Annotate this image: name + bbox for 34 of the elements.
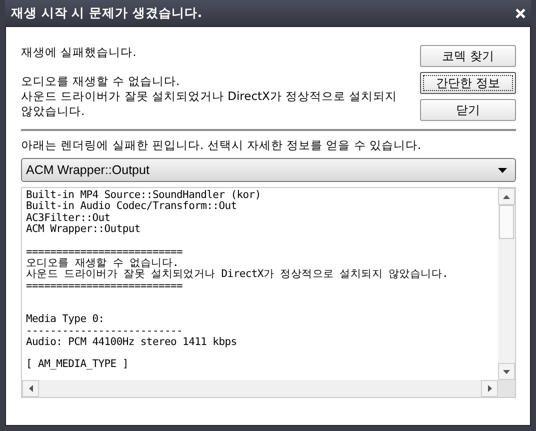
log-line: Built-in Audio Codec/Transform::Out — [26, 201, 238, 213]
up-arrow-icon — [503, 194, 510, 198]
log-line: Audio: PCM 44100Hz stereo 1411 kbps — [26, 337, 238, 348]
down-arrow-icon — [503, 370, 510, 374]
log-line: Media Type 0: — [26, 314, 106, 326]
scroll-up-button[interactable] — [498, 188, 515, 205]
log-line: 오디오를 재생할 수 없습니다. — [26, 258, 178, 270]
scroll-right-button[interactable] — [481, 380, 498, 397]
log-line: Built-in MP4 Source::SoundHandler (kor) — [26, 190, 262, 201]
scroll-corner — [498, 380, 515, 397]
vertical-scrollbar[interactable] — [498, 188, 515, 380]
pin-dropdown[interactable]: ACM Wrapper::Output — [21, 158, 516, 182]
dialog-button[interactable]: 닫기 — [420, 99, 516, 121]
log-line: -------------------------- — [26, 326, 184, 337]
log-line: ========================== — [26, 246, 184, 258]
dialog-button[interactable]: 간단한 정보 — [420, 72, 516, 94]
window-title: 재생 시작 시 문제가 생겼습니다. — [11, 4, 202, 22]
log-line: ========================== — [26, 280, 184, 292]
right-arrow-icon — [488, 385, 492, 392]
pin-label: 아래는 렌더링에 실패한 핀입니다. 선택시 자세한 정보를 얻을 수 있습니다. — [21, 138, 422, 153]
log-line: [ AM_MEDIA_TYPE ] — [26, 359, 130, 371]
log-line: AC3Filter::Out — [26, 212, 112, 224]
dropdown-arrow-icon — [498, 168, 507, 172]
dialog-button[interactable]: 코덱 찾기 — [420, 45, 516, 67]
error-message: 오디오를 재생할 수 없습니다. 사운드 드라이버가 잘못 설치되었거나 DirectX가 정상적으로 설치되지 않았습니다. — [21, 74, 398, 119]
log-line: 사운드 드라이버가 잘못 설치되었거나 DirectX가 정상적으로 설치되지 않았습니다. — [26, 269, 450, 281]
scroll-thumb[interactable] — [499, 205, 514, 239]
scroll-left-button[interactable] — [22, 380, 39, 397]
close-icon[interactable] — [515, 8, 526, 18]
error-message: 재생에 실패했습니다. — [21, 45, 138, 60]
left-arrow-icon — [28, 385, 32, 392]
log-line: ACM Wrapper::Output — [26, 224, 142, 236]
horizontal-scrollbar[interactable] — [22, 380, 515, 397]
scroll-down-button[interactable] — [498, 363, 515, 380]
